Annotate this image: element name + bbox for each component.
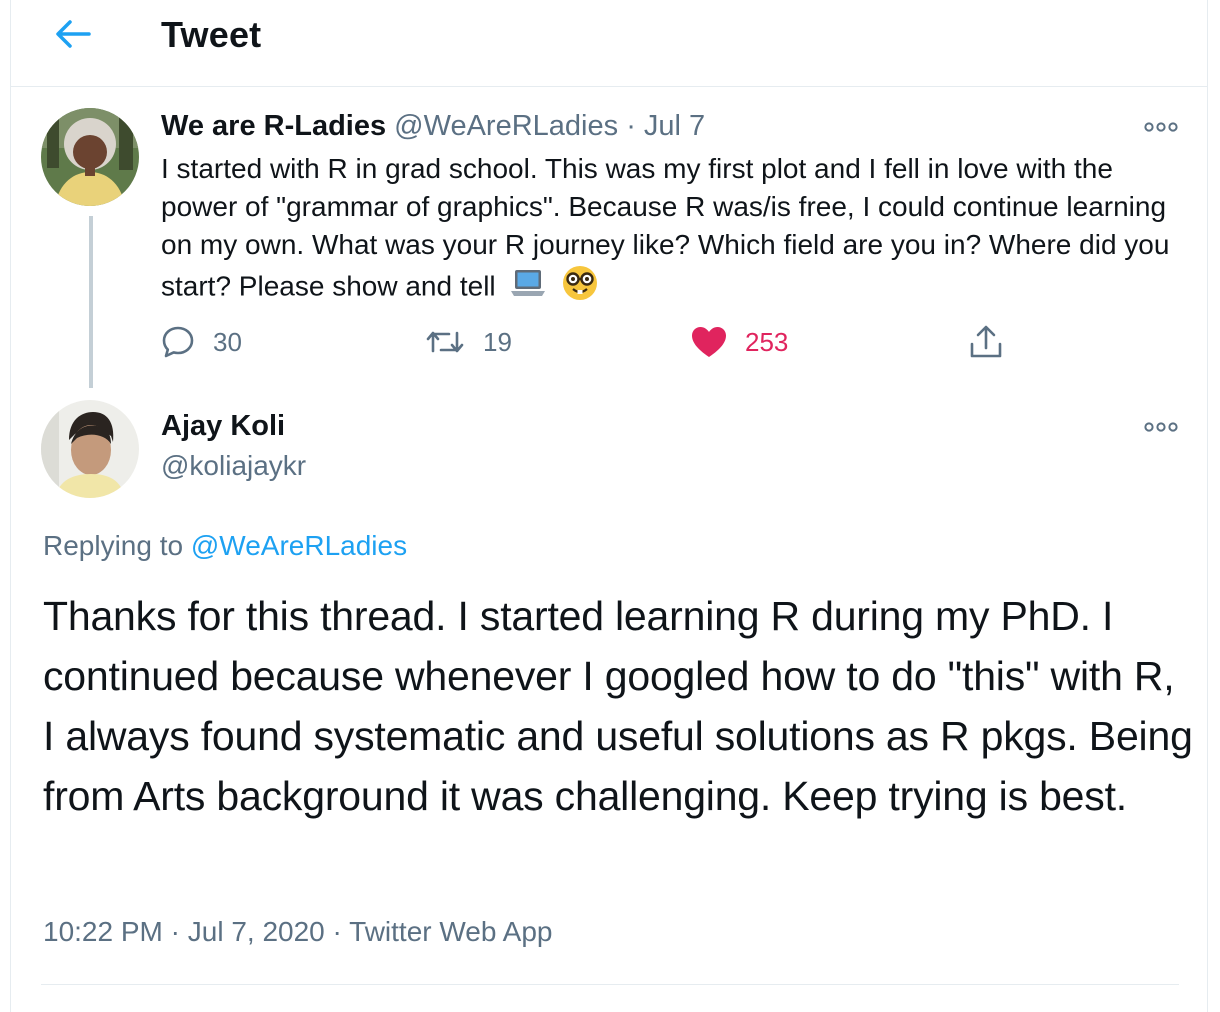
retweet-button[interactable]: 19 [425, 318, 512, 366]
tweet-body: I started with R in grad school. This wa… [161, 153, 1170, 302]
reply-author-handle[interactable]: @koliajaykr [161, 450, 306, 482]
replying-prefix: Replying to [43, 530, 184, 561]
tweet-time[interactable]: 10:22 PM [43, 916, 163, 947]
more-horizontal-icon [1144, 122, 1178, 132]
ajay-koli-avatar-image [41, 400, 139, 498]
reply-button[interactable]: 30 [161, 318, 242, 366]
page-title: Tweet [161, 14, 262, 55]
separator: · [332, 916, 342, 947]
avatar[interactable] [41, 400, 139, 498]
reply-tweet-text: Thanks for this thread. I started learni… [43, 593, 1193, 819]
heart-icon [692, 327, 726, 357]
tweet-source-app[interactable]: Twitter Web App [349, 916, 552, 947]
parent-tweet-header: We are R-Ladies @WeAreRLadies · Jul 7 [161, 110, 705, 143]
share-icon [970, 325, 1002, 358]
tweet-page: Tweet We are R-Ladies @WeAreRLadies · Ju… [10, 0, 1208, 1012]
replying-to-link[interactable]: @WeAreRLadies [191, 530, 407, 561]
retweet-count: 19 [483, 326, 512, 357]
separator: · [626, 110, 636, 142]
divider [41, 984, 1179, 985]
retweet-icon [426, 331, 464, 353]
arrow-left-icon [56, 20, 91, 48]
tweet-date[interactable]: Jul 7 [644, 110, 705, 142]
like-count: 253 [745, 326, 789, 357]
reply-count: 30 [213, 326, 242, 357]
reply-author-name[interactable]: Ajay Koli [161, 410, 285, 443]
parent-tweet-text: I started with R in grad school. This wa… [161, 150, 1171, 312]
rladies-avatar-image [41, 108, 139, 206]
thread-connector-line [89, 216, 93, 388]
reply-bubble-icon [162, 326, 194, 358]
laptop-emoji [509, 267, 547, 309]
more-options-button[interactable] [1141, 112, 1181, 142]
author-name[interactable]: We are R-Ladies [161, 110, 386, 142]
more-options-button[interactable] [1141, 412, 1181, 442]
share-button[interactable] [969, 318, 1021, 366]
tweet-metadata: 10:22 PM · Jul 7, 2020 · Twitter Web App [43, 916, 553, 948]
replying-to: Replying to @WeAreRLadies [43, 530, 407, 562]
back-button[interactable] [53, 14, 93, 54]
separator: · [170, 916, 180, 947]
tweet-actions: 30 19 253 [161, 318, 1021, 366]
like-button[interactable]: 253 [691, 318, 788, 366]
tweet-full-date[interactable]: Jul 7, 2020 [188, 916, 325, 947]
nerd-face-emoji [561, 264, 599, 312]
avatar[interactable] [41, 108, 139, 206]
more-horizontal-icon [1144, 422, 1178, 432]
author-handle[interactable]: @WeAreRLadies [394, 110, 618, 142]
page-header: Tweet [11, 0, 1207, 87]
